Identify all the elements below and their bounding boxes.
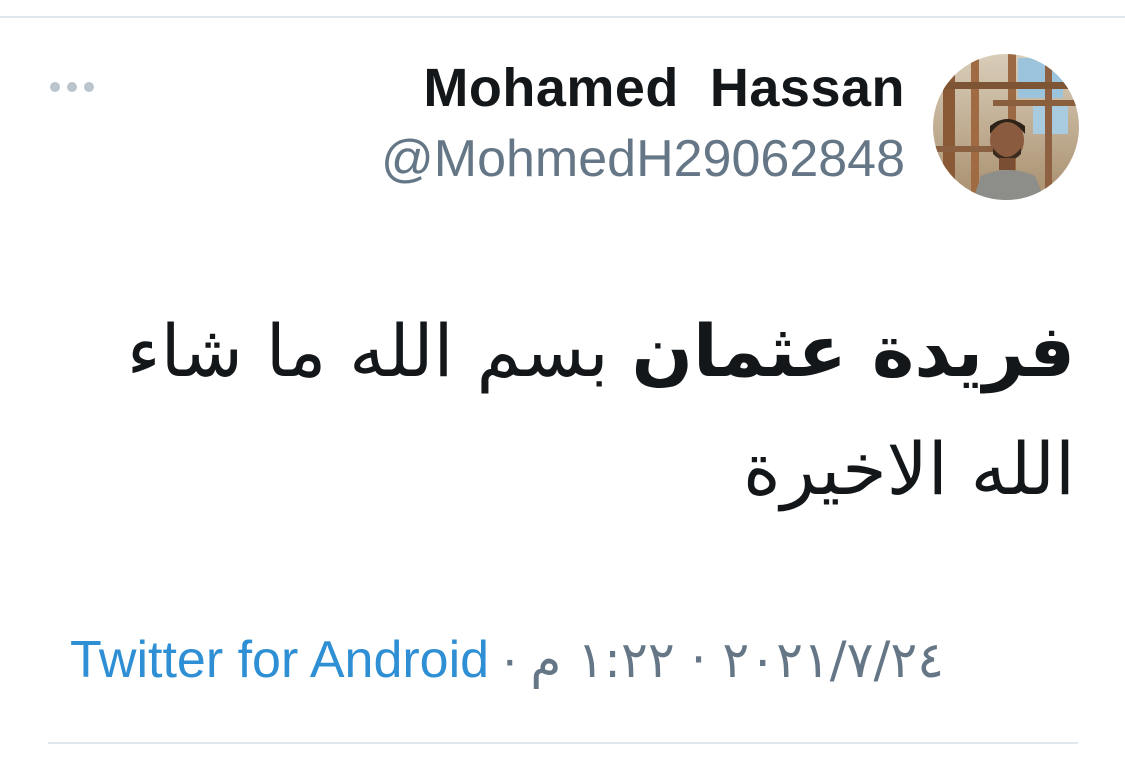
meta-separator: · (501, 631, 519, 689)
bottom-divider (48, 742, 1078, 744)
author-handle[interactable]: @MohmedH29062848 (381, 122, 905, 196)
more-dot (84, 82, 94, 92)
user-photo-icon (933, 54, 1079, 200)
tweet-meta: Twitter for Android · ٢٠٢١/٧/٢٤ · ١:٢٢ م (70, 620, 1080, 700)
avatar[interactable] (933, 54, 1079, 200)
author-display-name[interactable]: Mohamed Hassan (381, 52, 905, 124)
tweet-author-header[interactable]: Mohamed Hassan @MohmedH29062848 (381, 52, 905, 196)
tweet-source-link[interactable]: Twitter for Android (70, 630, 489, 690)
top-divider (0, 16, 1125, 18)
tweet-text-bold: فريدة عثمان (631, 309, 1075, 393)
tweet-text: فريدة عثمان بسم الله ما شاء الله الاخيرة (55, 292, 1075, 528)
more-dot (67, 82, 77, 92)
tweet-timestamp[interactable]: ٢٠٢١/٧/٢٤ · ١:٢٢ م (530, 631, 944, 689)
more-options-button[interactable] (50, 72, 100, 102)
more-dot (50, 82, 60, 92)
